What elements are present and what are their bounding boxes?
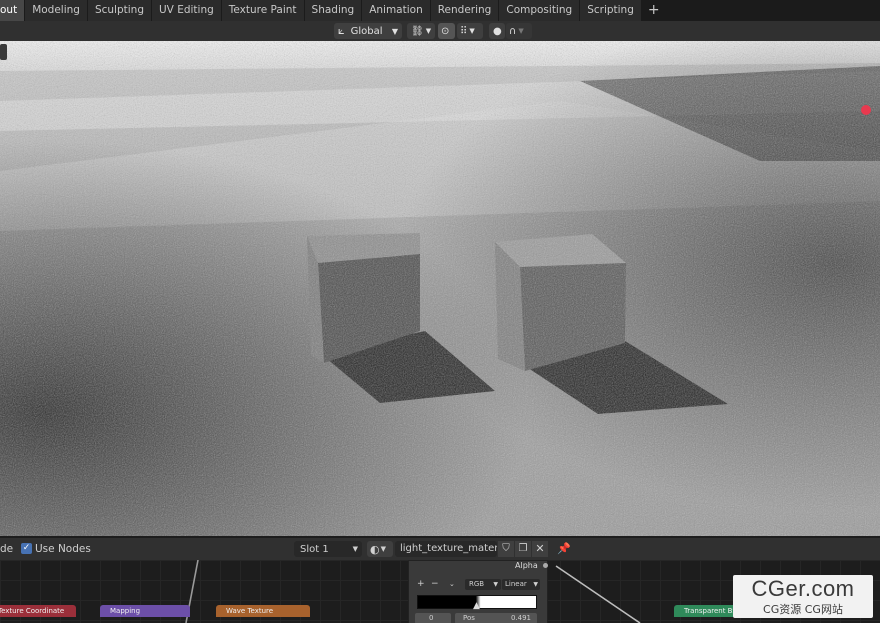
duplicate-material-icon[interactable]: ❐: [515, 541, 531, 557]
position-label: Pos: [463, 614, 475, 622]
tab-rendering[interactable]: Rendering: [430, 0, 499, 21]
chevron-down-icon: ▼: [352, 545, 358, 553]
viewport-render: [0, 41, 880, 536]
stop-index-value: 0: [429, 614, 434, 622]
tab-shading[interactable]: Shading: [304, 0, 362, 21]
alpha-socket-label: Alpha: [515, 561, 538, 570]
chevron-down-icon: ▼: [425, 27, 432, 35]
node-title: Texture Coordinate: [0, 607, 65, 615]
material-browse-button[interactable]: ◐ ▼: [367, 541, 393, 557]
chevron-down-icon: ▼: [493, 581, 498, 588]
tab-sculpting[interactable]: Sculpting: [87, 0, 151, 21]
watermark-title: CGer.com: [751, 576, 855, 601]
interpolation-value: Linear: [505, 580, 527, 588]
node-editor-header: de ✓ Use Nodes Slot 1 ▼ ◐ ▼ light_textur…: [0, 538, 880, 560]
node-title: Transparent BS: [684, 607, 737, 615]
slot-label: Slot 1: [300, 543, 329, 555]
grid-snap-icon: ⠿: [460, 25, 468, 37]
tab-texture-paint[interactable]: Texture Paint: [221, 0, 304, 21]
node-mapping[interactable]: Mapping: [100, 605, 190, 617]
snap-target-dropdown[interactable]: ⠿ ▼: [457, 23, 483, 39]
proportional-falloff-dropdown[interactable]: ∩ ▼: [506, 23, 532, 39]
tab-compositing[interactable]: Compositing: [499, 0, 580, 21]
tab-modeling[interactable]: Modeling: [25, 0, 87, 21]
workspace-tabbar: out Modeling Sculpting UV Editing Texture Pa…: [0, 0, 880, 22]
stop-position-field[interactable]: Pos 0.491: [455, 613, 537, 623]
watermark-logo: CGer.com CG资源 CG网站: [733, 575, 873, 618]
tab-uv-editing[interactable]: UV Editing: [152, 0, 221, 21]
material-name-field[interactable]: light_texture_materi...: [395, 541, 497, 557]
3d-viewport[interactable]: [0, 41, 880, 536]
slot-dropdown[interactable]: Slot 1 ▼: [294, 541, 362, 557]
material-sphere-icon: ◐: [370, 542, 380, 556]
viewport-header: ⟀ Global ▼ ⛓ ▼ ⊙ ⠿ ▼ ● ∩ ▼: [0, 21, 880, 41]
proportional-edit-toggle[interactable]: ●: [489, 23, 505, 39]
chevron-down-icon: ▼: [518, 27, 524, 35]
position-value: 0.491: [510, 614, 531, 622]
fake-user-shield-icon[interactable]: ⛉: [498, 541, 514, 557]
color-mode-dropdown[interactable]: RGB ▼: [465, 579, 501, 590]
editor-mode-label[interactable]: de: [0, 543, 13, 555]
falloff-curve-icon: ∩: [509, 25, 517, 37]
use-nodes-label: Use Nodes: [35, 543, 91, 555]
transform-orientation-dropdown[interactable]: ⟀ Global ▼: [334, 23, 402, 39]
color-mode-value: RGB: [469, 580, 485, 588]
chevron-down-icon: ▼: [533, 581, 538, 588]
alpha-socket[interactable]: [543, 563, 548, 568]
color-ramp-node[interactable]: Alpha + − ⌄ RGB ▼ Linear ▼ ▲ 0 Pos 0.491: [408, 560, 548, 623]
stop-index-field[interactable]: 0: [415, 613, 451, 623]
watermark-subtitle: CG资源 CG网站: [763, 603, 843, 616]
chevron-down-icon: ▼: [380, 545, 386, 553]
chevron-down-icon: ▼: [469, 27, 475, 35]
tab-out[interactable]: out: [0, 0, 25, 21]
pivot-dropdown[interactable]: ⛓ ▼: [407, 23, 435, 39]
node-texture-coordinate[interactable]: Texture Coordinate: [0, 605, 76, 617]
add-workspace-button[interactable]: +: [642, 0, 666, 21]
tab-scripting[interactable]: Scripting: [580, 0, 641, 21]
add-stop-button[interactable]: +: [417, 579, 425, 589]
pin-icon[interactable]: 📌: [557, 541, 571, 557]
node-title: Mapping: [110, 607, 141, 615]
magnet-icon: ⊙: [441, 25, 450, 37]
navigation-gizmo-x-axis[interactable]: [861, 105, 871, 115]
orientation-label: Global: [350, 25, 383, 37]
node-title: Wave Texture: [226, 607, 274, 615]
interpolation-dropdown[interactable]: Linear ▼: [502, 579, 540, 590]
material-name: light_texture_materi...: [400, 543, 497, 554]
orientation-icon: ⟀: [338, 24, 345, 37]
chevron-down-icon: ▼: [391, 26, 398, 36]
circle-dot-icon: ●: [493, 25, 502, 37]
remove-stop-button[interactable]: −: [431, 579, 439, 589]
node-wave-texture[interactable]: Wave Texture: [216, 605, 310, 617]
ramp-menu-chevron-icon[interactable]: ⌄: [449, 580, 455, 588]
tab-animation[interactable]: Animation: [362, 0, 430, 21]
link-icon: ⛓: [411, 25, 424, 37]
snap-toggle[interactable]: ⊙: [438, 23, 455, 39]
unlink-material-icon[interactable]: ✕: [532, 541, 548, 557]
ramp-stop-handle[interactable]: ▲: [473, 601, 480, 611]
use-nodes-checkbox[interactable]: ✓: [21, 543, 32, 554]
